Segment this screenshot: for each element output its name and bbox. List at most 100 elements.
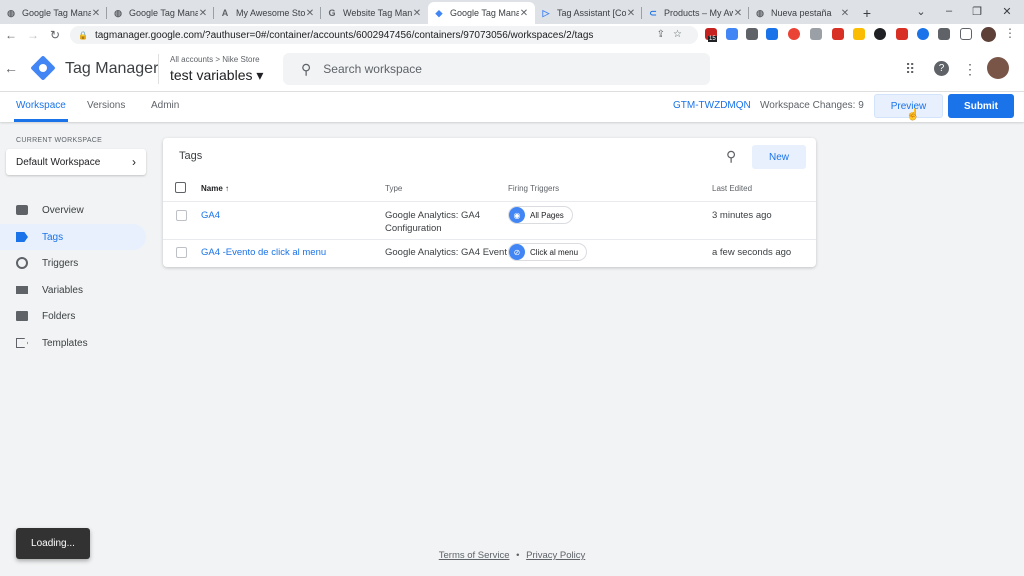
- extension-icon[interactable]: [766, 28, 778, 40]
- address-bar[interactable]: 🔒 tagmanager.google.com/?authuser=0#/con…: [70, 26, 698, 44]
- trigger-chip[interactable]: ◉ All Pages: [508, 206, 573, 224]
- column-header-type[interactable]: Type: [385, 184, 402, 193]
- browser-tab[interactable]: ◍ Nueva pestaña ✕: [749, 2, 856, 24]
- sidebar-item-templates[interactable]: Templates: [0, 330, 146, 356]
- column-header-last-edited[interactable]: Last Edited: [712, 184, 752, 193]
- row-checkbox[interactable]: [176, 210, 187, 221]
- sidebar-item-label: Tags: [42, 231, 64, 243]
- sidebar-item-triggers[interactable]: Triggers: [0, 250, 146, 276]
- reload-icon[interactable]: ↻: [44, 25, 66, 45]
- extension-icon[interactable]: [874, 28, 886, 40]
- last-edited: a few seconds ago: [712, 247, 792, 258]
- last-edited: 3 minutes ago: [712, 210, 772, 221]
- browser-tab[interactable]: G Website Tag Mana ✕: [321, 2, 428, 24]
- close-icon[interactable]: ✕: [519, 8, 529, 19]
- close-icon[interactable]: ✕: [305, 8, 315, 19]
- breadcrumb[interactable]: All accounts > Nike Store: [170, 55, 260, 64]
- trigger-label: All Pages: [530, 210, 564, 220]
- back-arrow-icon[interactable]: ←: [4, 60, 18, 76]
- browser-tab[interactable]: ▷ Tag Assistant [Co ✕: [535, 2, 642, 24]
- kebab-menu-icon[interactable]: ⋮: [1004, 26, 1016, 40]
- container-selector[interactable]: test variables ▾: [170, 67, 263, 84]
- search-icon[interactable]: ⚲: [726, 148, 736, 165]
- minimize-icon[interactable]: –: [934, 0, 964, 22]
- extension-icon[interactable]: [917, 28, 929, 40]
- user-avatar[interactable]: [987, 57, 1009, 79]
- chevron-down-icon[interactable]: ⌄: [906, 0, 936, 22]
- extension-icon[interactable]: [726, 28, 738, 40]
- footer: Terms of Service • Privacy Policy: [0, 550, 1024, 561]
- current-workspace-label: CURRENT WORKSPACE: [16, 137, 103, 144]
- profile-avatar[interactable]: [981, 27, 996, 42]
- browser-tab[interactable]: ⊂ Products – My Aw ✕: [642, 2, 749, 24]
- puzzle-icon[interactable]: [938, 28, 950, 40]
- search-input[interactable]: ⚲ Search workspace: [283, 53, 710, 85]
- close-icon[interactable]: ✕: [412, 8, 422, 19]
- row-checkbox[interactable]: [176, 247, 187, 258]
- sidebar-panel-icon[interactable]: [960, 28, 972, 40]
- share-star-icons[interactable]: ⇪☆: [657, 29, 690, 40]
- tab-title: Google Tag Mana: [450, 8, 519, 18]
- extension-icon[interactable]: [810, 28, 822, 40]
- tag-manager-logo-icon: [30, 55, 56, 81]
- link-icon: ⊂: [649, 7, 657, 18]
- tab-admin[interactable]: Admin: [151, 100, 179, 111]
- back-arrow-icon[interactable]: ←: [0, 25, 22, 45]
- close-icon[interactable]: ✕: [626, 8, 636, 19]
- browser-tab[interactable]: ◍ Google Tag Mana ✕: [107, 2, 214, 24]
- extension-icon[interactable]: [746, 28, 758, 40]
- workspace-selector[interactable]: Default Workspace ›: [6, 149, 146, 175]
- browser-tab[interactable]: ◍ Google Tag Mana ✕: [0, 2, 107, 24]
- tag-type: Google Analytics: GA4: [385, 210, 481, 221]
- sidebar-item-folders[interactable]: Folders: [0, 303, 146, 329]
- container-id[interactable]: GTM-TWZDMQN: [673, 100, 751, 111]
- tab-title: My Awesome Sto: [236, 8, 305, 18]
- column-header-triggers[interactable]: Firing Triggers: [508, 184, 559, 193]
- browser-tab-active[interactable]: ◆ Google Tag Mana ✕: [428, 2, 535, 24]
- tab-versions[interactable]: Versions: [87, 100, 125, 111]
- variables-icon: [16, 286, 28, 294]
- gtm-icon: ◆: [435, 7, 443, 18]
- google-g-icon: G: [328, 8, 336, 18]
- tag-type: Configuration: [385, 223, 442, 234]
- close-icon[interactable]: ✕: [91, 8, 101, 19]
- select-all-checkbox[interactable]: [175, 182, 186, 193]
- more-vert-icon[interactable]: ⋮: [963, 61, 977, 78]
- tag-name-link[interactable]: GA4: [201, 209, 220, 222]
- app-title: Tag Manager: [65, 60, 159, 77]
- sidebar-item-label: Overview: [42, 204, 84, 216]
- sidebar-item-tags[interactable]: Tags: [0, 224, 146, 250]
- tag-type: Google Analytics: GA4 Event: [385, 247, 507, 258]
- new-tag-button[interactable]: New: [752, 145, 806, 169]
- close-icon[interactable]: ✕: [733, 8, 743, 19]
- tag-name-link[interactable]: GA4 -Evento de click al menu: [201, 246, 326, 259]
- help-icon[interactable]: ?: [934, 61, 949, 76]
- tags-table-card: Tags ⚲ New Name ↑ Type Firing Triggers L…: [163, 138, 816, 267]
- loading-toast: Loading...: [16, 528, 90, 559]
- column-header-name[interactable]: Name ↑: [201, 184, 229, 193]
- extension-icon[interactable]: [788, 28, 800, 40]
- search-icon: ⚲: [301, 60, 312, 77]
- privacy-link[interactable]: Privacy Policy: [526, 550, 585, 561]
- submit-button[interactable]: Submit: [948, 94, 1014, 118]
- sidebar-item-overview[interactable]: Overview: [0, 197, 146, 223]
- extension-icon[interactable]: [832, 28, 844, 40]
- close-icon[interactable]: ✕: [198, 8, 208, 19]
- forward-arrow-icon[interactable]: →: [22, 25, 44, 45]
- maximize-icon[interactable]: ❐: [962, 0, 992, 22]
- folder-icon: [16, 311, 28, 321]
- mouse-cursor-icon: ☝: [906, 109, 920, 121]
- site-a-icon: A: [221, 8, 229, 18]
- extension-icon[interactable]: [896, 28, 908, 40]
- apps-grid-icon[interactable]: ⠿: [905, 61, 915, 78]
- window-close-icon[interactable]: ✕: [992, 0, 1022, 22]
- close-icon[interactable]: ✕: [840, 8, 850, 19]
- terms-link[interactable]: Terms of Service: [439, 550, 510, 561]
- extension-icon[interactable]: [853, 28, 865, 40]
- tab-workspace[interactable]: Workspace: [16, 100, 66, 111]
- browser-tab[interactable]: A My Awesome Sto ✕: [214, 2, 321, 24]
- tab-title: Tag Assistant [Co: [557, 8, 626, 18]
- sidebar-item-variables[interactable]: Variables: [0, 277, 146, 303]
- trigger-chip[interactable]: ⊘ Click al menu: [508, 243, 588, 261]
- new-tab-icon[interactable]: +: [856, 2, 878, 24]
